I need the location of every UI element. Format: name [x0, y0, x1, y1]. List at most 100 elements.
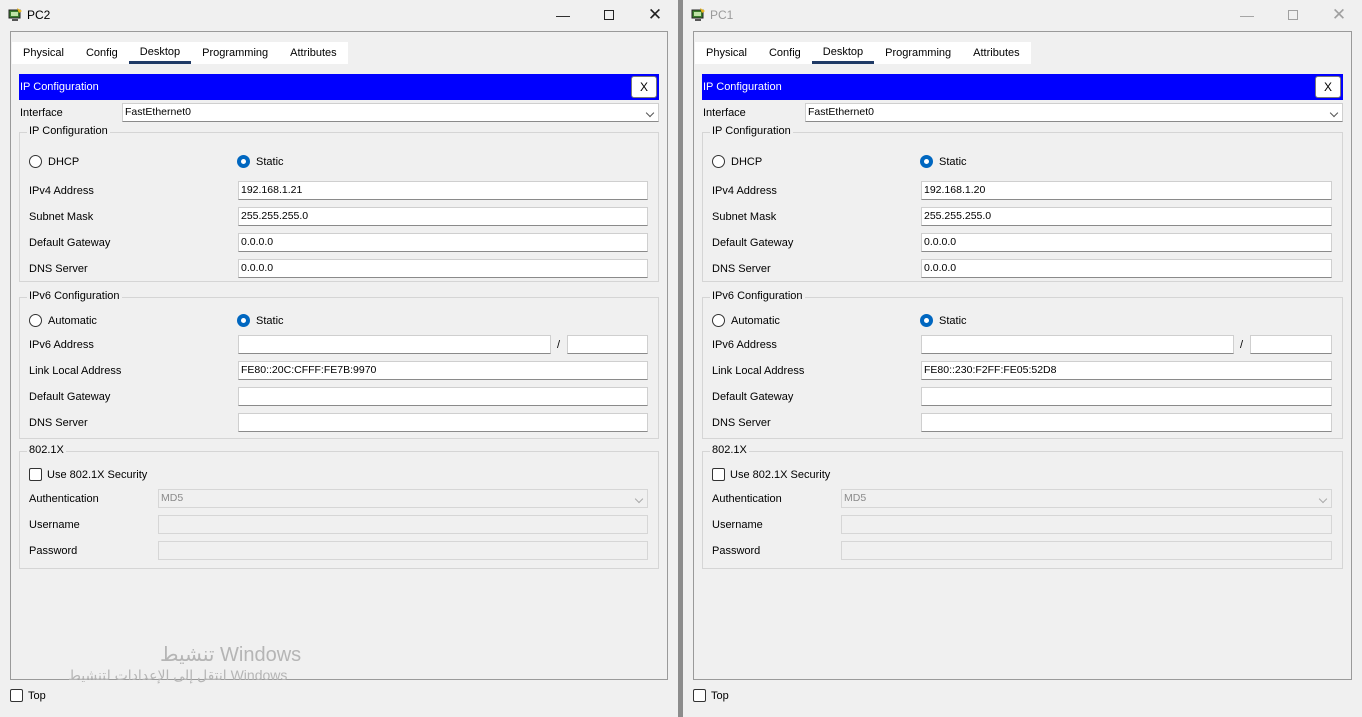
maximize-button[interactable]	[586, 0, 632, 30]
panel-title: IP Configuration	[703, 81, 782, 93]
default-gateway-input[interactable]: 0.0.0.0	[921, 233, 1332, 252]
static6-radio[interactable]	[237, 314, 250, 327]
static-label: Static	[939, 156, 967, 168]
use-8021x-label: Use 802.1X Security	[730, 469, 831, 481]
dns-server-label: DNS Server	[712, 263, 771, 275]
interface-value: FastEthernet0	[808, 106, 874, 118]
subnet-mask-label: Subnet Mask	[712, 211, 777, 223]
dhcp-radio[interactable]	[29, 155, 42, 168]
panel-header: IP Configuration X	[19, 74, 659, 100]
panel-close-button[interactable]: X	[631, 76, 657, 98]
minimize-button[interactable]: —	[1224, 0, 1270, 30]
tab-config[interactable]: Config	[757, 42, 812, 64]
interface-label: Interface	[20, 107, 63, 119]
ipv6-dns-label: DNS Server	[29, 417, 88, 429]
title-bar[interactable]: PC1 — ✕	[683, 0, 1362, 30]
pc1-window: PC1 — ✕ Physical Config Desktop Programm…	[683, 0, 1362, 717]
title-bar[interactable]: PC2 — ✕	[0, 0, 678, 30]
prefix-length-input[interactable]	[567, 335, 648, 354]
maximize-button[interactable]	[1270, 0, 1316, 30]
link-local-input[interactable]: FE80::20C:CFFF:FE7B:9970	[238, 361, 648, 380]
chevron-down-icon	[1329, 108, 1339, 118]
password-label: Password	[29, 545, 78, 557]
ipv6-group: IPv6 Configuration Automatic Static IPv6…	[19, 290, 659, 439]
packet-tracer-icon	[8, 8, 22, 21]
ip-configuration-panel: IP Configuration X Interface FastEtherne…	[702, 74, 1343, 572]
maximize-icon	[604, 10, 614, 20]
minimize-icon: —	[1240, 7, 1254, 23]
static-radio[interactable]	[237, 155, 250, 168]
dhcp-label: DHCP	[731, 156, 763, 168]
interface-select[interactable]: FastEthernet0	[122, 103, 659, 122]
authentication-select[interactable]: MD5	[841, 489, 1332, 508]
use-8021x-checkbox[interactable]	[29, 468, 42, 481]
ipv6-gateway-input[interactable]	[921, 387, 1332, 406]
pc2-window: PC2 — ✕ Physical Config Desktop Programm…	[0, 0, 678, 717]
username-input[interactable]	[841, 515, 1332, 534]
subnet-mask-input[interactable]: 255.255.255.0	[921, 207, 1332, 226]
dns-server-input[interactable]: 0.0.0.0	[921, 259, 1332, 278]
tab-desktop[interactable]: Desktop	[811, 42, 875, 64]
ipv4-address-input[interactable]: 192.168.1.20	[921, 181, 1332, 200]
window-title: PC2	[27, 8, 51, 22]
ipv6-group-title: IPv6 Configuration	[710, 290, 805, 302]
authentication-select[interactable]: MD5	[158, 489, 648, 508]
tab-attributes[interactable]: Attributes	[279, 42, 348, 64]
close-button[interactable]: ✕	[1316, 0, 1362, 30]
authentication-value: MD5	[844, 492, 867, 504]
ipv6-gateway-input[interactable]	[238, 387, 648, 406]
close-button[interactable]: ✕	[632, 0, 678, 30]
dot1x-group-title: 802.1X	[710, 444, 749, 456]
tab-desktop[interactable]: Desktop	[128, 42, 192, 64]
device-dialog: Physical Config Desktop Programming Attr…	[693, 31, 1352, 680]
automatic-radio[interactable]	[712, 314, 725, 327]
interface-select[interactable]: FastEthernet0	[805, 103, 1343, 122]
prefix-length-input[interactable]	[1250, 335, 1332, 354]
tab-physical[interactable]: Physical	[12, 42, 75, 64]
packet-tracer-icon	[691, 8, 705, 21]
automatic-radio[interactable]	[29, 314, 42, 327]
password-label: Password	[712, 545, 761, 557]
link-local-input[interactable]: FE80::230:F2FF:FE05:52D8	[921, 361, 1332, 380]
close-icon: ✕	[647, 5, 663, 24]
dns-server-label: DNS Server	[29, 263, 88, 275]
minimize-button[interactable]: —	[540, 0, 586, 30]
top-checkbox[interactable]	[693, 689, 706, 702]
use-8021x-checkbox[interactable]	[712, 468, 725, 481]
ipv6-dns-input[interactable]	[921, 413, 1332, 432]
tab-physical[interactable]: Physical	[695, 42, 758, 64]
ipv6-dns-label: DNS Server	[712, 417, 771, 429]
password-input[interactable]	[158, 541, 648, 560]
static-radio[interactable]	[920, 155, 933, 168]
window-title: PC1	[710, 8, 734, 22]
top-checkbox[interactable]	[10, 689, 23, 702]
tab-config[interactable]: Config	[74, 42, 129, 64]
static6-radio[interactable]	[920, 314, 933, 327]
panel-header: IP Configuration X	[702, 74, 1343, 100]
panel-title: IP Configuration	[20, 81, 99, 93]
tab-bar: Physical Config Desktop Programming Attr…	[12, 42, 348, 64]
ipv6-address-input[interactable]	[238, 335, 551, 354]
ipv4-address-input[interactable]: 192.168.1.21	[238, 181, 648, 200]
ipv6-address-input[interactable]	[921, 335, 1234, 354]
username-input[interactable]	[158, 515, 648, 534]
tab-attributes[interactable]: Attributes	[962, 42, 1031, 64]
ipv6-group: IPv6 Configuration Automatic Static IPv6…	[702, 290, 1343, 439]
ipv6-gateway-label: Default Gateway	[29, 391, 111, 403]
ipv6-dns-input[interactable]	[238, 413, 648, 432]
default-gateway-input[interactable]: 0.0.0.0	[238, 233, 648, 252]
tab-programming[interactable]: Programming	[191, 42, 280, 64]
dns-server-input[interactable]: 0.0.0.0	[238, 259, 648, 278]
ipv6-group-title: IPv6 Configuration	[27, 290, 122, 302]
authentication-label: Authentication	[29, 493, 99, 505]
password-input[interactable]	[841, 541, 1332, 560]
panel-close-button[interactable]: X	[1315, 76, 1341, 98]
ipv4-group: IP Configuration DHCP Static IPv4 Addres…	[19, 125, 659, 282]
subnet-mask-input[interactable]: 255.255.255.0	[238, 207, 648, 226]
tab-programming[interactable]: Programming	[874, 42, 963, 64]
chevron-down-icon	[1318, 494, 1328, 504]
dhcp-radio[interactable]	[712, 155, 725, 168]
username-label: Username	[712, 519, 763, 531]
ipv6-address-label: IPv6 Address	[29, 339, 94, 351]
ipv4-group: IP Configuration DHCP Static IPv4 Addres…	[702, 125, 1343, 282]
